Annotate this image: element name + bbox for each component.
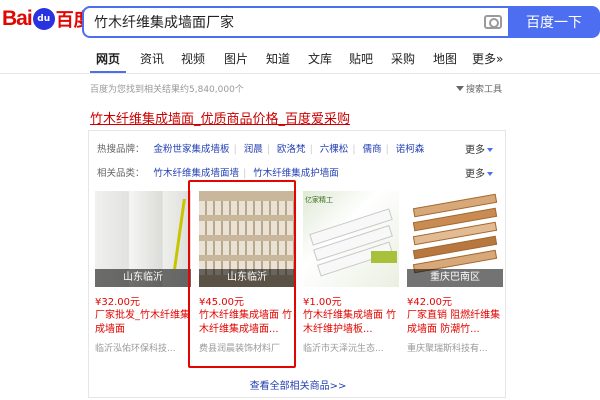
search-tools-label: 搜索工具 [466, 85, 503, 95]
logo-latin: Bai [2, 7, 33, 30]
product-title[interactable]: 竹木纤维集成墙面 竹木纤维护墙板... [303, 309, 399, 337]
product-price: ¥1.00元 [303, 297, 342, 308]
brand-link[interactable]: 欧洛梵 [277, 144, 306, 155]
related-label: 相关品类： [97, 168, 145, 179]
product-location: 山东临沂 [199, 269, 295, 287]
product-shop[interactable]: 临沂泓佑环保科技... [95, 341, 191, 354]
product-price: ¥45.00元 [199, 297, 244, 308]
tab-more[interactable]: 更多» [472, 50, 503, 67]
product-shop[interactable]: 重庆聚瑞斯科技有... [407, 341, 503, 354]
funnel-icon [456, 86, 464, 91]
tab-tieba[interactable]: 贴吧 [349, 50, 373, 67]
tab-purchase[interactable]: 采购 [391, 50, 415, 67]
product-grid: 山东临沂 ¥32.00元 厂家批发_竹木纤维集成墙面 临沂泓佑环保科技... 山… [95, 191, 503, 371]
search-input[interactable] [84, 8, 464, 36]
product-card[interactable]: 山东临沂 ¥32.00元 厂家批发_竹木纤维集成墙面 临沂泓佑环保科技... [95, 191, 191, 371]
category-link[interactable]: 竹木纤维集成墙面墙 [154, 168, 240, 179]
product-price: ¥32.00元 [95, 297, 140, 308]
brand-link[interactable]: 儒商 [363, 144, 382, 155]
brand-link[interactable]: 诺柯森 [396, 144, 425, 155]
more-label: 更多 [465, 169, 485, 180]
related-row: 相关品类： 竹木纤维集成墙面墙 | 竹木纤维集成护墙面 [97, 168, 339, 179]
image-tag: 亿家精工 [305, 196, 333, 204]
product-price: ¥42.00元 [407, 297, 452, 308]
tab-map[interactable]: 地图 [433, 50, 457, 67]
camera-icon[interactable] [484, 15, 502, 29]
paw-icon: du [32, 8, 55, 30]
brand-link[interactable]: 润晨 [244, 144, 263, 155]
product-title[interactable]: 厂家直销 阻燃纤维集成墙面 防潮竹... [407, 309, 503, 337]
shopping-card: 热搜品牌： 金粉世家集成墙板 | 润晨 | 欧洛梵 | 六棵松 | 儒商 | 诺柯森 更多… [88, 130, 506, 398]
product-title[interactable]: 厂家批发_竹木纤维集成墙面 [95, 309, 191, 337]
baidu-logo[interactable]: Bai du 百度 [2, 5, 92, 33]
search-box [82, 6, 508, 38]
tab-video[interactable]: 视频 [181, 50, 205, 67]
view-all-products-link[interactable]: 查看全部相关商品>> [89, 377, 507, 392]
product-title[interactable]: 竹木纤维集成墙面 竹木纤维集成墙面... [199, 309, 295, 337]
tab-images[interactable]: 图片 [224, 50, 248, 67]
search-tools-button[interactable]: 搜索工具 [456, 82, 502, 95]
related-more-button[interactable]: 更多 [465, 165, 493, 180]
tab-web[interactable]: 网页 [96, 50, 120, 67]
top-bar: Bai du 百度 百度一下 [0, 0, 600, 40]
tab-zhidao[interactable]: 知道 [266, 50, 290, 67]
hot-brands-row: 热搜品牌： 金粉世家集成墙板 | 润晨 | 欧洛梵 | 六棵松 | 儒商 | 诺柯森 [97, 144, 425, 155]
brand-link[interactable]: 金粉世家集成墙板 [154, 144, 230, 155]
category-link[interactable]: 竹木纤维集成护墙面 [253, 168, 339, 179]
product-shop[interactable]: 费县润晨装饰材料厂 [199, 341, 295, 354]
search-tabs: 网页 资讯 视频 图片 知道 文库 贴吧 采购 地图 更多» [0, 44, 600, 74]
brands-more-button[interactable]: 更多 [465, 141, 493, 156]
chevron-down-icon [487, 172, 493, 176]
product-location: 山东临沂 [95, 269, 191, 287]
product-card[interactable]: 亿家精工 ¥1.00元 竹木纤维集成墙面 竹木纤维护墙板... 临沂市天泽沅生态… [303, 191, 399, 371]
product-image[interactable]: 亿家精工 [303, 191, 399, 287]
search-button[interactable]: 百度一下 [508, 6, 600, 38]
tab-wenku[interactable]: 文库 [308, 50, 332, 67]
more-label: 更多 [465, 145, 485, 156]
brand-link[interactable]: 六棵松 [320, 144, 349, 155]
product-shop[interactable]: 临沂市天泽沅生态... [303, 341, 399, 354]
product-card[interactable]: 山东临沂 ¥45.00元 竹木纤维集成墙面 竹木纤维集成墙面... 费县润晨装饰… [199, 191, 295, 371]
ad-title-link[interactable]: 竹木纤维集成墙面_优质商品价格_百度爱采购 [90, 108, 350, 127]
product-card[interactable]: 重庆巴南区 ¥42.00元 厂家直销 阻燃纤维集成墙面 防潮竹... 重庆聚瑞斯… [407, 191, 503, 371]
chevron-down-icon [487, 148, 493, 152]
result-count: 百度为您找到相关结果约5,840,000个 [90, 85, 244, 95]
hot-brands-label: 热搜品牌： [97, 144, 145, 155]
product-location: 重庆巴南区 [407, 269, 503, 287]
tab-news[interactable]: 资讯 [140, 50, 164, 67]
active-tab-indicator [90, 71, 126, 73]
